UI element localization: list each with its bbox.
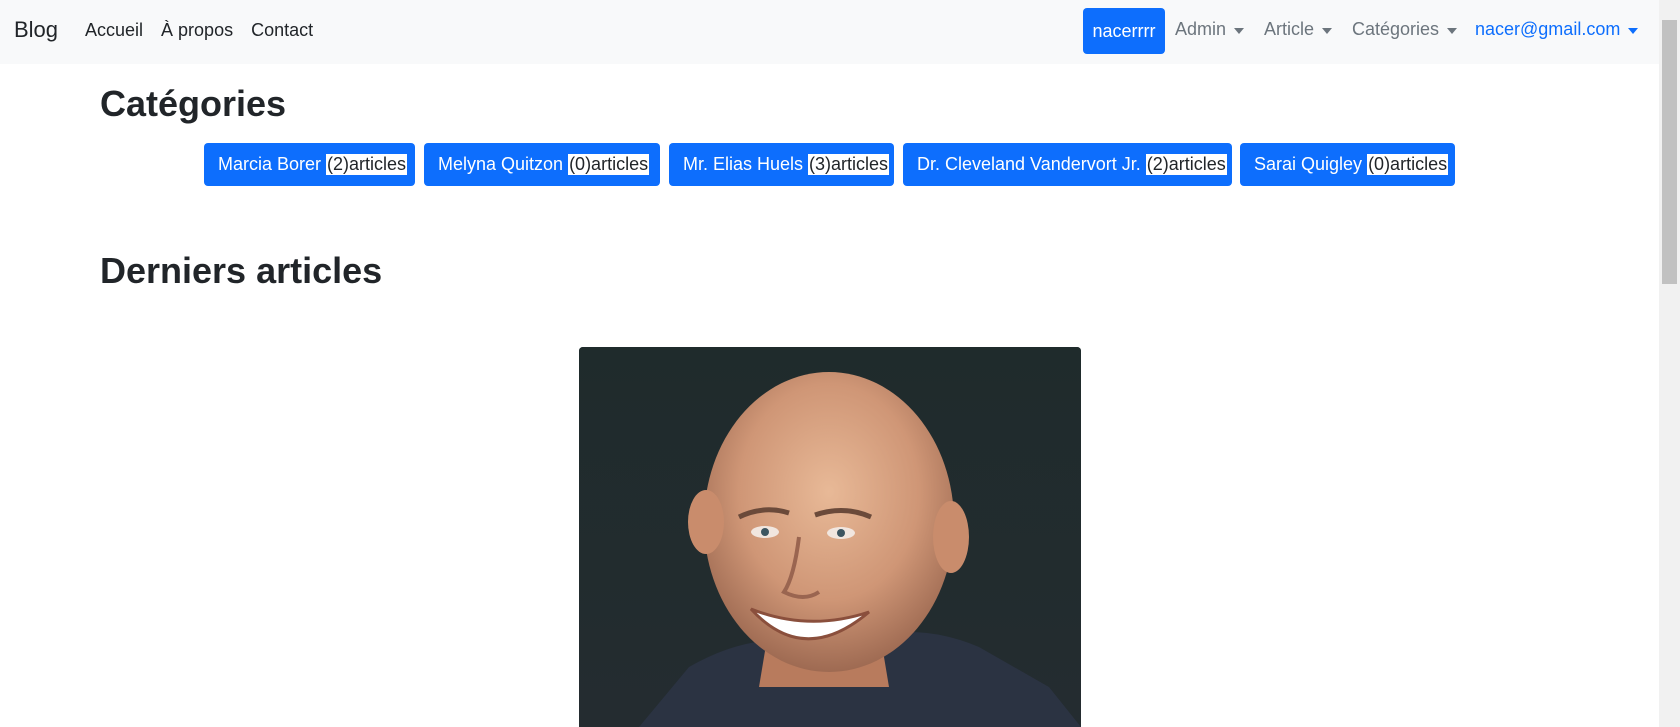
brand-logo[interactable]: Blog <box>14 17 58 43</box>
category-name: Dr. Cleveland Vandervort Jr. <box>917 154 1141 174</box>
chevron-down-icon <box>1628 27 1639 34</box>
category-name: Mr. Elias Huels <box>683 154 804 174</box>
account-email: nacer@gmail.com <box>1475 19 1621 39</box>
chevron-down-icon <box>1234 27 1245 34</box>
category-button[interactable]: Mr. Elias Huels (3)articles <box>669 143 894 186</box>
account-dropdown[interactable]: nacer@gmail.com <box>1475 19 1639 40</box>
category-button[interactable]: Dr. Cleveland Vandervort Jr. (2)articles <box>903 143 1232 186</box>
article-dropdown-label: Article <box>1264 19 1315 39</box>
articles-heading: Derniers articles <box>100 250 383 291</box>
categories-dropdown-label: Catégories <box>1352 19 1440 39</box>
categories-heading: Catégories <box>100 83 287 124</box>
category-count: (2)articles <box>326 154 408 175</box>
scrollbar-thumb[interactable] <box>1662 20 1677 284</box>
admin-dropdown[interactable]: Admin <box>1175 19 1245 40</box>
portrait-illustration <box>579 347 1081 727</box>
category-count: (0)articles <box>1367 154 1449 175</box>
category-count: (3)articles <box>808 154 890 175</box>
category-count: (2)articles <box>1145 154 1227 175</box>
category-button[interactable]: Sarai Quigley (0)articles <box>1240 143 1455 186</box>
category-button[interactable]: Melyna Quitzon (0)articles <box>424 143 660 186</box>
category-name: Melyna Quitzon <box>438 154 564 174</box>
user-button[interactable]: nacerrrr <box>1083 8 1165 54</box>
category-name: Marcia Borer <box>218 154 322 174</box>
top-navbar: Blog Accueil À propos Contact nacerrrr A… <box>0 0 1659 64</box>
admin-dropdown-label: Admin <box>1175 19 1227 39</box>
category-name: Sarai Quigley <box>1254 154 1363 174</box>
article-image[interactable] <box>579 347 1081 727</box>
category-button[interactable]: Marcia Borer (2)articles <box>204 143 415 186</box>
categories-dropdown[interactable]: Catégories <box>1352 19 1458 40</box>
article-dropdown[interactable]: Article <box>1264 19 1333 40</box>
category-count: (0)articles <box>568 154 650 175</box>
nav-link-a-propos[interactable]: À propos <box>161 20 233 41</box>
nav-link-accueil[interactable]: Accueil <box>85 20 143 41</box>
nav-link-contact[interactable]: Contact <box>251 20 313 41</box>
nav-links: Accueil À propos Contact <box>85 20 313 41</box>
chevron-down-icon <box>1447 27 1458 34</box>
chevron-down-icon <box>1322 27 1333 34</box>
